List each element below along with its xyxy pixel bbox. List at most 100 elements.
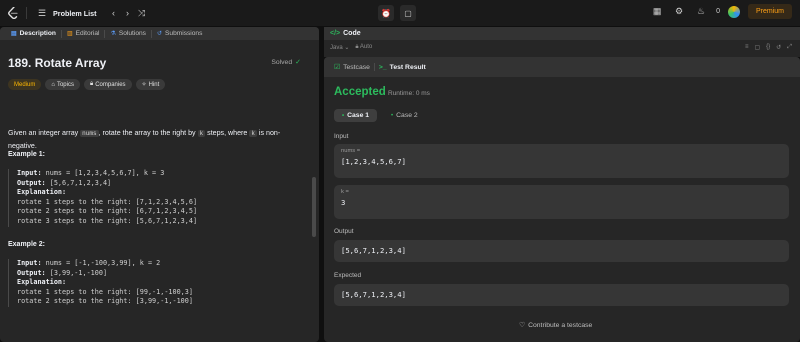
settings-icon[interactable]: ⚙ [672,5,686,19]
inline-code: k [249,130,257,137]
example-output-line: Output: [3,99,-1,-100] [17,269,303,279]
language-select[interactable]: Java ⌄ [330,44,349,51]
output-heading: Output [334,228,354,235]
nums-value: [1,2,3,4,5,6,7] [341,157,406,166]
fullscreen-icon[interactable]: ⤢ [787,44,792,51]
check-circle-icon: ✓ [295,59,301,66]
explanation-line: rotate 3 steps to the right: [5,6,7,1,2,… [17,216,198,225]
pass-dot-icon: • [342,112,345,119]
runtime-text: Runtime: 0 ms [388,90,430,97]
avatar[interactable] [727,5,740,18]
example-output-line: Output: [5,6,7,1,2,3,4] [17,179,303,189]
chevron-right-icon[interactable]: › [121,6,135,20]
case-label: Case 1 [347,112,370,119]
code-header: </> Code [324,27,800,40]
description-tabs: ▤ Description ▥ Editorial ⚗ Solutions ↺ … [0,27,319,40]
expected-box[interactable]: [5,6,7,1,2,3,4] [334,284,789,306]
code-panel: </> Code Java ⌄ 🔒︎ Auto ≡ ▢ {} ↺ ⤢ [324,27,800,57]
case-1-tab[interactable]: • Case 1 [334,109,378,122]
output-label: Output: [17,178,46,187]
right-tool-group: ▦ ⚙ ♨ 0 Premium [650,4,792,19]
inline-code: nums [80,130,99,137]
input-label: Input: [17,169,42,177]
desc-text: Given an integer array [8,129,81,137]
top-navigation-bar: ☰ Problem List ‹ › ⤨ ⏰ ▢ ▦ ⚙ ♨ 0 Premium [0,0,800,26]
explanation-line: rotate 2 steps to the right: [6,7,1,2,3,… [17,207,198,216]
desc-text: steps, where [205,129,250,137]
autocomplete-toggle[interactable]: 🔒︎ Auto [355,44,372,51]
tab-label: Editorial [75,30,100,37]
code-title: Code [343,30,361,37]
reset-icon[interactable]: ↺ [776,44,781,51]
center-tool-group: ⏰ ▢ [378,5,416,21]
tab-editorial[interactable]: ▥ Editorial [62,30,105,37]
code-toolbar: Java ⌄ 🔒︎ Auto [324,40,800,54]
input-value: nums = [1,2,3,4,5,6,7], k = 3 [45,169,165,177]
output-value: [5,6,7,1,2,3,4] [341,246,406,255]
output-value: [3,99,-1,-100] [49,268,108,277]
code-brackets-icon: </> [330,30,341,37]
example-block: Input: nums = [-1,-100,3,99], k = 2 Outp… [8,259,303,307]
scrollbar[interactable] [312,177,316,237]
problem-title[interactable]: 189. Rotate Array [8,56,106,70]
pass-dot-icon: • [391,112,394,119]
tab-label: Submissions [165,30,203,37]
description-panel: ▤ Description ▥ Editorial ⚗ Solutions ↺ … [0,27,319,342]
output-box[interactable]: [5,6,7,1,2,3,4] [334,240,789,262]
chip-label: Topics [56,81,74,88]
output-value: [5,6,7,1,2,3,4] [49,178,112,187]
heart-icon: ♡ [519,322,526,329]
example-title: Example 1: [8,151,45,158]
tab-solutions[interactable]: ⚗ Solutions [105,30,151,37]
example-title: Example 2: [8,241,45,248]
output-label: Output: [17,268,46,277]
k-label: k = [341,189,349,195]
leetcode-logo-icon[interactable] [8,7,18,19]
problem-tags: Medium ⌂ Topics 🔒︎ Companies ✧ Hint [8,79,166,90]
list-icon[interactable]: ☰ [35,6,49,20]
contribute-label: Contribute a testcase [528,321,593,329]
k-value: 3 [341,198,346,207]
chevron-left-icon[interactable]: ‹ [107,6,121,20]
nums-input-box[interactable]: nums = [1,2,3,4,5,6,7] [334,144,789,178]
tab-label: Description [19,30,56,37]
problem-list-link[interactable]: Problem List [53,9,97,18]
tab-description[interactable]: ▤ Description [6,30,61,37]
tab-submissions[interactable]: ↺ Submissions [152,30,207,37]
case-label: Case 2 [396,112,418,119]
expected-heading: Expected [334,272,362,279]
checkbox-icon: ☑ [334,64,341,71]
input-heading: Input [334,133,349,140]
hint-chip[interactable]: ✧ Hint [135,79,166,90]
brackets-icon[interactable]: {} [766,44,770,51]
explanation-line: rotate 1 steps to the right: [99,-1,-100… [17,287,193,296]
chip-label: Companies [95,81,126,88]
tab-testcase[interactable]: ☑ Testcase [330,63,374,72]
solved-label: Solved [271,58,293,66]
format-icon[interactable]: ≡ [745,44,749,51]
history-icon: ↺ [156,31,163,37]
grid-layout-icon[interactable]: ▦ [650,5,664,19]
result-status: Accepted [334,86,386,98]
lightbulb-icon: ✧ [141,82,147,88]
alarm-clock-icon: ⏰ [381,8,391,18]
case-2-tab[interactable]: • Case 2 [383,109,426,122]
example-input-line: Input: nums = [1,2,3,4,5,6,7], k = 3 [17,169,303,179]
notes-button[interactable]: ▢ [400,5,416,21]
topics-chip[interactable]: ⌂ Topics [45,79,80,90]
companies-chip[interactable]: 🔒︎ Companies [83,79,132,90]
tab-label: Test Result [389,63,426,71]
test-result-panel: ☑ Testcase >_ Test Result Accepted Runti… [324,57,800,342]
bookmark-icon[interactable]: ▢ [754,44,760,51]
contribute-testcase-button[interactable]: ♡ Contribute a testcase [519,321,593,330]
timer-button[interactable]: ⏰ [378,5,394,21]
premium-button[interactable]: Premium [747,4,792,19]
streak-fire-icon[interactable]: ♨ [694,5,708,19]
k-input-box[interactable]: k = 3 [334,185,789,219]
tab-test-result[interactable]: >_ Test Result [375,64,430,71]
topbar-divider [26,7,27,19]
flask-icon: ⚗ [110,31,116,37]
explanation-line: rotate 1 steps to the right: [7,1,2,3,4,… [17,197,198,206]
shuffle-icon[interactable]: ⤨ [135,6,149,20]
input-value: nums = [-1,-100,3,99], k = 2 [45,259,161,267]
